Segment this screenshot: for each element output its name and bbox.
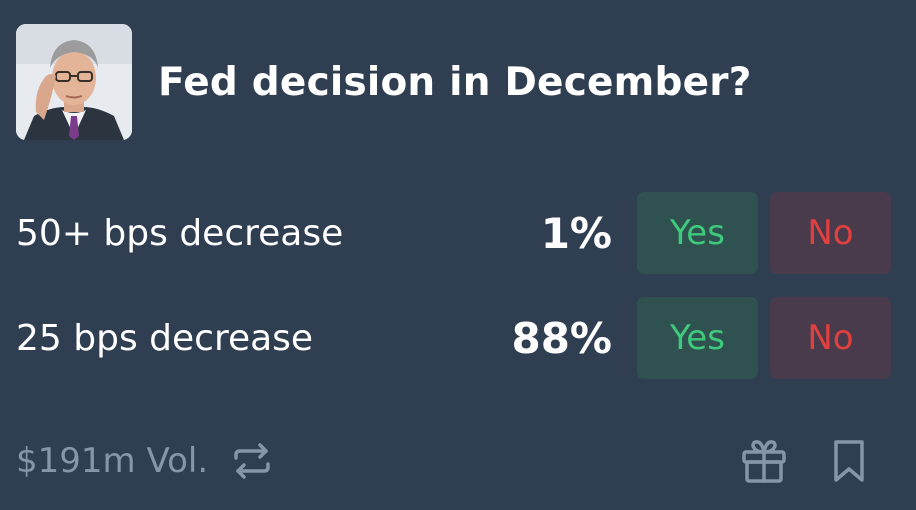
market-footer: $191m Vol. — [16, 436, 891, 486]
market-card: Fed decision in December? 50+ bps decrea… — [0, 0, 916, 510]
buy-yes-button[interactable]: Yes — [637, 297, 758, 379]
outcome-row: 25 bps decrease 88% Yes No — [16, 297, 891, 379]
outcome-row: 50+ bps decrease 1% Yes No — [16, 192, 891, 274]
portrait-avatar-image — [16, 24, 132, 140]
gift-icon[interactable] — [741, 437, 787, 485]
outcome-probability: 88% — [511, 313, 612, 363]
buy-yes-button[interactable]: Yes — [637, 192, 758, 274]
outcome-label: 50+ bps decrease — [16, 212, 344, 254]
buy-no-button[interactable]: No — [770, 192, 891, 274]
outcome-label: 25 bps decrease — [16, 317, 314, 359]
market-avatar[interactable] — [16, 24, 132, 140]
repeat-icon — [232, 441, 272, 481]
volume-text: $191m Vol. — [16, 441, 209, 481]
market-title: Fed decision in December? — [158, 59, 752, 105]
buy-no-button[interactable]: No — [770, 297, 891, 379]
bookmark-icon[interactable] — [831, 437, 871, 485]
outcome-probability: 1% — [540, 208, 612, 258]
market-header: Fed decision in December? — [16, 24, 752, 140]
